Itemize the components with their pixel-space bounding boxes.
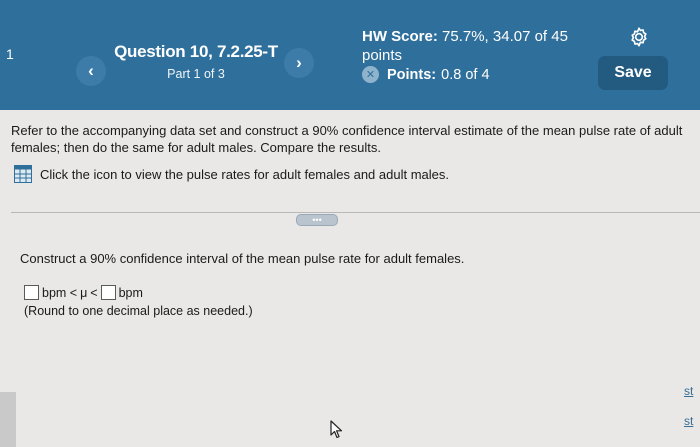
expand-more-button[interactable]: ••• [296,214,338,226]
points-label: Points: [387,66,437,83]
confidence-interval-answer: bpm < μ < bpm [24,285,146,300]
question-header-bar: 1 ‹ Question 10, 7.2.25-T Part 1 of 3 › … [0,0,700,110]
points-value: 0.8 of 4 [441,66,490,83]
next-question-button[interactable]: › [284,48,314,78]
part-question: Construct a 90% confidence interval of t… [20,251,465,266]
less-than-symbol: < [90,285,98,300]
left-edge-strip [0,392,16,447]
problem-statement: Refer to the accompanying data set and c… [11,123,683,155]
unit-label-1: bpm < [42,285,78,300]
chevron-left-icon: ‹ [88,61,94,80]
hw-score: HW Score: 75.7%, 34.07 of 45 points [362,27,582,65]
question-title: Question 10, 7.2.25-T [114,42,278,61]
lower-bound-input[interactable] [24,285,39,300]
data-set-link-text: Click the icon to view the pulse rates f… [40,166,449,182]
question-content: Refer to the accompanying data set and c… [0,110,700,447]
save-button[interactable]: Save [598,56,668,90]
gear-icon [631,27,647,47]
points-info: ✕ Points: 0.8 of 4 [362,66,582,83]
hw-score-value: 75.7%, 34.07 of 45 [442,28,568,45]
question-info: Question 10, 7.2.25-T Part 1 of 3 [104,42,288,81]
edge-link-1[interactable]: st [684,384,693,398]
chevron-right-icon: › [296,53,302,72]
part-indicator: Part 1 of 3 [167,67,225,81]
left-edge-glyph: 1 [6,46,14,62]
hw-score-unit: points [362,47,403,64]
rounding-instruction: (Round to one decimal place as needed.) [24,304,253,318]
partial-credit-icon: ✕ [362,66,379,83]
mu-symbol: μ [80,285,88,300]
previous-question-button[interactable]: ‹ [76,56,106,86]
score-info: HW Score: 75.7%, 34.07 of 45 points ✕ Po… [362,27,582,83]
homework-page: 1 ‹ Question 10, 7.2.25-T Part 1 of 3 › … [0,0,700,447]
edge-link-2[interactable]: st [684,414,693,428]
mouse-pointer-icon [330,420,343,439]
settings-button[interactable] [625,24,653,50]
unit-label-2: bpm [118,285,143,300]
hw-score-label: HW Score: [362,28,438,45]
data-table-icon[interactable] [14,165,32,183]
upper-bound-input[interactable] [100,285,116,300]
data-set-link-row: Click the icon to view the pulse rates f… [14,165,449,183]
section-divider [11,212,700,213]
